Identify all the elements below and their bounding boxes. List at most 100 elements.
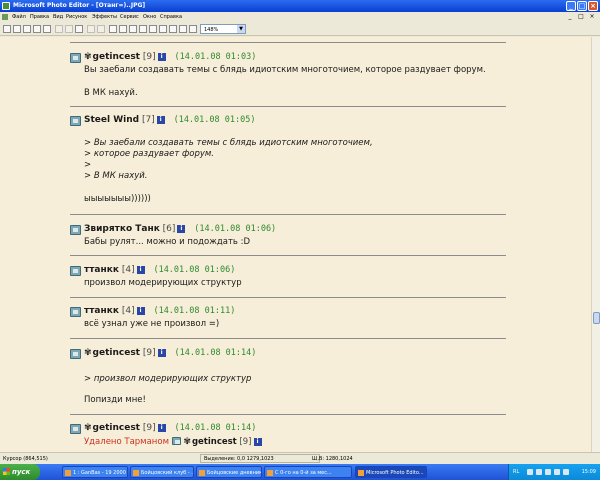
clan-flower-icon: ✾	[84, 52, 92, 62]
redo-icon[interactable]	[97, 25, 105, 33]
avatar-icon	[70, 266, 81, 276]
clan-flower-icon: ✾	[183, 437, 191, 447]
post-author-count: [4]	[121, 265, 135, 275]
avatar-icon	[70, 53, 81, 63]
new-icon[interactable]	[3, 25, 11, 33]
rotate-icon[interactable]	[139, 25, 147, 33]
post-timestamp: (14.01.08 01:14)	[174, 348, 257, 358]
scrollbar-thumb[interactable]	[593, 312, 600, 324]
post-timestamp: (14.01.08 01:14)	[174, 423, 257, 433]
info-icon: i	[157, 424, 166, 432]
tray-app-icon[interactable]	[554, 469, 560, 475]
vertical-scrollbar[interactable]	[591, 37, 600, 452]
info-icon: i	[157, 349, 166, 357]
post-divider	[70, 106, 506, 107]
doc-minimize-button[interactable]: _	[566, 13, 574, 21]
tray-app-icon[interactable]	[563, 469, 569, 475]
menu-file[interactable]: Файл	[12, 14, 26, 20]
doc-restore-button[interactable]: □	[577, 13, 585, 21]
post-timestamp: (14.01.08 01:11)	[153, 306, 236, 316]
selection-info: Выделение: 0,0 1279,1023	[204, 456, 274, 462]
scan-icon[interactable]	[33, 25, 41, 33]
print-icon[interactable]	[43, 25, 51, 33]
post-header: ттанкк [4] i (14.01.08 01:06)	[84, 265, 235, 275]
crop-icon[interactable]	[119, 25, 127, 33]
start-button[interactable]: пуск	[0, 464, 40, 480]
cut-icon[interactable]	[55, 25, 63, 33]
post-timestamp: (14.01.08 01:05)	[173, 115, 256, 125]
menu-tools[interactable]: Сервис	[120, 14, 139, 20]
color-icon[interactable]	[179, 25, 187, 33]
post-timestamp: (14.01.08 01:03)	[174, 52, 257, 62]
toolbar: 148% ▼	[0, 22, 600, 36]
menu-view[interactable]: Вид	[53, 14, 63, 20]
menu-effects[interactable]: Эффекты	[92, 14, 117, 20]
zoom-select[interactable]: 148% ▼	[200, 24, 246, 34]
title-bar[interactable]: Microsoft Photo Editor - [Отанг=)..JPG] …	[0, 0, 600, 12]
help-icon[interactable]	[189, 25, 197, 33]
quoted-text: > произвол модерирующих структур	[84, 374, 252, 384]
save-icon[interactable]	[23, 25, 31, 33]
avatar-icon	[70, 225, 81, 235]
deleted-author-count: [9]	[239, 437, 252, 447]
select-icon[interactable]	[109, 25, 117, 33]
window-title: Microsoft Photo Editor - [Отанг=)..JPG]	[13, 2, 146, 9]
info-icon: i	[177, 225, 186, 233]
text-icon[interactable]	[149, 25, 157, 33]
post-author: getincest	[92, 52, 140, 62]
zoom-value: 148%	[204, 27, 219, 33]
document-icon[interactable]	[2, 14, 8, 20]
close-button[interactable]: ×	[588, 1, 598, 11]
post-divider	[70, 255, 506, 256]
taskbar-item[interactable]: 1 : GanBas - 19 2000 (...	[62, 466, 128, 478]
tray-network-icon[interactable]	[527, 469, 533, 475]
post-author: Звирятко Танк	[84, 224, 160, 234]
maximize-button[interactable]: □	[577, 1, 587, 11]
post-author-count: [9]	[142, 348, 156, 358]
post-text: Бабы рулят... можно и подождать :D	[84, 237, 251, 247]
avatar-icon	[70, 116, 81, 126]
menu-edit[interactable]: Правка	[30, 14, 49, 20]
post-author: getincest	[92, 423, 140, 433]
eyedropper-icon[interactable]	[169, 25, 177, 33]
cursor-position: Курсор (864,515)	[3, 456, 48, 462]
deletion-note: Удалено Тарманом ✾getincest [9] i	[84, 436, 262, 447]
clan-flower-icon: ✾	[84, 423, 92, 433]
brush-icon[interactable]	[159, 25, 167, 33]
post-author: ттанкк	[84, 265, 119, 275]
quoted-text: >	[84, 160, 92, 170]
info-icon: i	[136, 307, 145, 315]
chevron-down-icon[interactable]: ▼	[237, 25, 245, 33]
zoom-icon[interactable]	[129, 25, 137, 33]
image-canvas: ✾getincest [9] i (14.01.08 01:03) Вы заеб…	[0, 37, 591, 452]
menu-image[interactable]: Рисунок	[66, 14, 87, 20]
image-size: Ш,В: 1280,1024	[312, 456, 353, 462]
minimize-button[interactable]: _	[566, 1, 576, 11]
menu-help[interactable]: Справка	[160, 14, 182, 20]
avatar-icon	[70, 424, 81, 434]
post-text: Вы заебали создавать темы с блядь идиотс…	[84, 65, 486, 75]
taskbar-item[interactable]: Бойцовский клуб - ...	[130, 466, 194, 478]
post-timestamp: (14.01.08 01:06)	[194, 224, 277, 234]
quoted-text: > Вы заебали создавать темы с блядь идио…	[84, 138, 373, 148]
undo-icon[interactable]	[87, 25, 95, 33]
copy-icon[interactable]	[65, 25, 73, 33]
open-icon[interactable]	[13, 25, 21, 33]
tray-app-icon[interactable]	[545, 469, 551, 475]
taskbar-item[interactable]: С 0-го на 0-й за мес...	[264, 466, 352, 478]
info-icon: i	[136, 266, 145, 274]
info-icon: i	[157, 53, 166, 61]
post-header: Steel Wind [7] i (14.01.08 01:05)	[84, 115, 255, 125]
taskbar-item-active[interactable]: Microsoft Photo Edito...	[355, 466, 427, 478]
tray-volume-icon[interactable]	[536, 469, 542, 475]
paste-icon[interactable]	[75, 25, 83, 33]
language-indicator[interactable]: RL	[513, 469, 519, 475]
post-timestamp: (14.01.08 01:06)	[153, 265, 236, 275]
status-bar: Курсор (864,515) Выделение: 0,0 1279,102…	[0, 452, 600, 464]
photo-editor-icon	[2, 2, 10, 10]
taskbar-item[interactable]: Бойцовские дневник...	[196, 466, 262, 478]
doc-close-button[interactable]: ×	[588, 13, 596, 21]
system-tray: RL 15:09	[508, 464, 600, 480]
post-text: Попизди мне!	[84, 395, 146, 405]
menu-window[interactable]: Окно	[143, 14, 156, 20]
